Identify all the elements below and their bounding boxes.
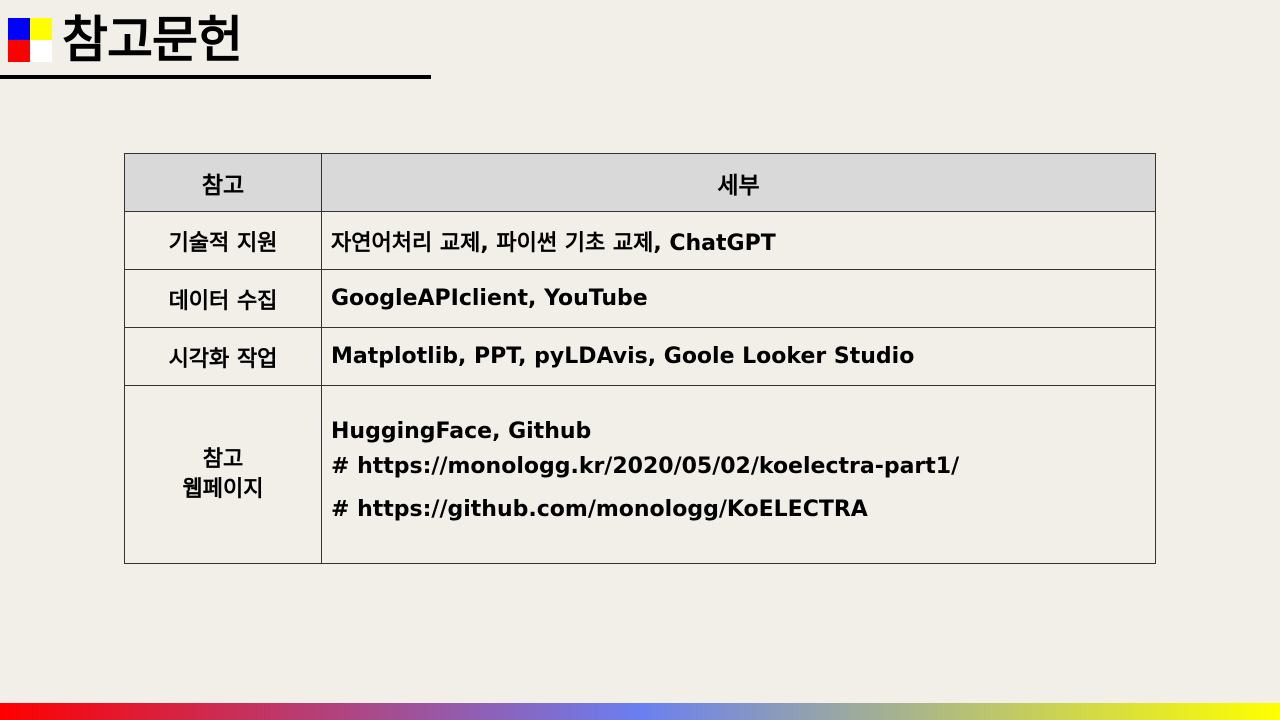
row-category: 기술적 지원 bbox=[124, 211, 322, 270]
header-detail: 세부 bbox=[321, 153, 1156, 212]
logo-red-square bbox=[8, 40, 30, 62]
logo-white-square bbox=[30, 40, 52, 62]
row-detail: GoogleAPIclient, YouTube bbox=[321, 269, 1156, 328]
row-category: 시각화 작업 bbox=[124, 327, 322, 386]
detail-line: HuggingFace, Github bbox=[331, 418, 592, 444]
bottom-gradient-bar bbox=[0, 703, 1280, 720]
table-row: 시각화 작업 Matplotlib, PPT, pyLDAvis, Goole … bbox=[124, 327, 1156, 386]
category-line: 웹페이지 bbox=[182, 476, 264, 502]
row-category: 데이터 수집 bbox=[124, 269, 322, 328]
slide-logo bbox=[8, 18, 52, 62]
logo-yellow-square bbox=[30, 18, 52, 40]
category-line: 참고 bbox=[202, 446, 244, 472]
logo-blue-square bbox=[8, 18, 30, 40]
table-row: 데이터 수집 GoogleAPIclient, YouTube bbox=[124, 269, 1156, 328]
references-table: 참고 세부 기술적 지원 자연어처리 교제, 파이썬 기초 교제, ChatGP… bbox=[124, 153, 1156, 564]
table-row: 참고 웹페이지 HuggingFace, Github # https://mo… bbox=[124, 385, 1156, 564]
page-title: 참고문헌 bbox=[62, 11, 243, 69]
table-header-row: 참고 세부 bbox=[124, 153, 1156, 212]
link-koelectra-github: # https://github.com/monologg/KoELECTRA bbox=[331, 496, 868, 522]
header-reference: 참고 bbox=[124, 153, 322, 212]
title-underline bbox=[0, 75, 431, 79]
link-monologg-blog: # https://monologg.kr/2020/05/02/koelect… bbox=[331, 453, 960, 479]
row-detail: 자연어처리 교제, 파이썬 기초 교제, ChatGPT bbox=[321, 211, 1156, 270]
row-detail: HuggingFace, Github # https://monologg.k… bbox=[321, 385, 1156, 564]
row-detail: Matplotlib, PPT, pyLDAvis, Goole Looker … bbox=[321, 327, 1156, 386]
table-row: 기술적 지원 자연어처리 교제, 파이썬 기초 교제, ChatGPT bbox=[124, 211, 1156, 270]
row-category: 참고 웹페이지 bbox=[124, 385, 322, 564]
